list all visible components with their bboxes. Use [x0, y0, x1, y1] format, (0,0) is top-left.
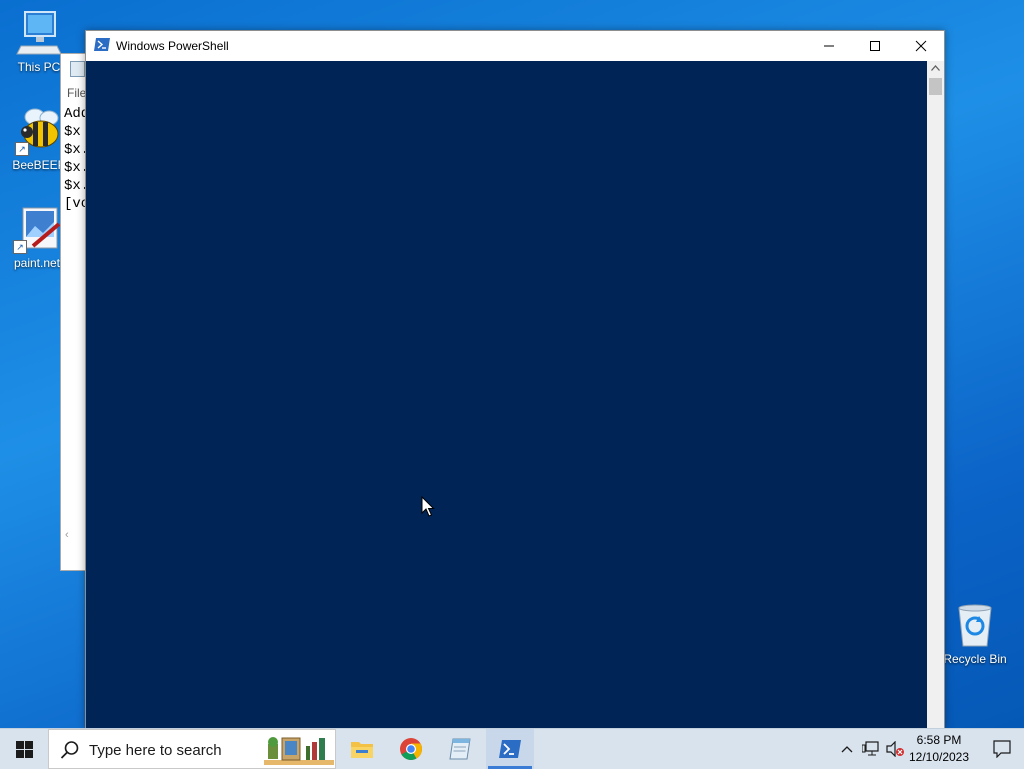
action-center-icon [993, 740, 1011, 758]
powershell-icon [499, 740, 521, 758]
taskbar-notepad[interactable] [436, 729, 484, 769]
powershell-console[interactable] [86, 61, 927, 729]
mouse-cursor-icon [421, 496, 435, 517]
desktop-icon-recycle-bin[interactable]: Recycle Bin [942, 602, 1008, 666]
scrollbar-thumb[interactable] [929, 78, 942, 95]
computer-icon [15, 10, 63, 58]
folder-icon [351, 742, 373, 758]
window-title: Windows PowerShell [116, 39, 229, 53]
search-placeholder: Type here to search [89, 742, 222, 759]
taskbar: Type here to search 6:58 PM 12/10/2023 [0, 728, 1024, 769]
chrome-icon [400, 738, 422, 760]
windows-logo-icon [15, 740, 33, 758]
chevron-up-icon [841, 746, 853, 753]
desktop: This PC ↗ BeeBEEP ↗ paint.net Recycle Bi… [0, 0, 1024, 730]
notepad-menu-file[interactable]: File [67, 86, 86, 100]
powershell-icon [94, 38, 110, 51]
network-icon [862, 741, 879, 756]
shortcut-arrow-icon: ↗ [13, 240, 27, 254]
maximize-icon [870, 41, 880, 51]
minimize-button[interactable] [806, 31, 852, 61]
volume-button[interactable] [884, 729, 906, 769]
search-highlight-icon [264, 737, 334, 765]
recycle-bin-icon [951, 602, 999, 650]
clock-date: 12/10/2023 [908, 750, 970, 764]
notepad-icon [70, 61, 85, 77]
desktop-icon-label: Recycle Bin [943, 652, 1007, 666]
search-icon [60, 741, 79, 759]
scroll-up-icon[interactable] [931, 65, 940, 71]
maximize-button[interactable] [852, 31, 898, 61]
paintnet-icon: ↗ [13, 206, 61, 254]
start-button[interactable] [0, 729, 48, 769]
taskbar-powershell[interactable] [486, 729, 534, 769]
show-hidden-icons-button[interactable] [836, 729, 858, 769]
bee-icon: ↗ [15, 108, 63, 156]
clock[interactable]: 6:58 PM 12/10/2023 [904, 732, 974, 766]
powershell-titlebar[interactable]: Windows PowerShell [86, 31, 944, 61]
volume-muted-icon [886, 741, 904, 757]
shortcut-arrow-icon: ↗ [15, 142, 29, 156]
clock-time: 6:58 PM [916, 733, 962, 747]
notifications-button[interactable] [980, 729, 1024, 769]
vertical-scrollbar[interactable] [927, 61, 944, 729]
taskbar-chrome[interactable] [387, 729, 435, 769]
close-button[interactable] [898, 31, 944, 61]
network-button[interactable] [860, 729, 882, 769]
taskbar-file-explorer[interactable] [338, 729, 386, 769]
search-box[interactable]: Type here to search [48, 729, 336, 769]
powershell-window[interactable]: Windows PowerShell [85, 30, 945, 730]
notepad-icon [449, 738, 471, 760]
close-icon [915, 40, 927, 52]
scroll-left-icon[interactable]: ‹ [65, 529, 69, 541]
minimize-icon [824, 45, 834, 47]
